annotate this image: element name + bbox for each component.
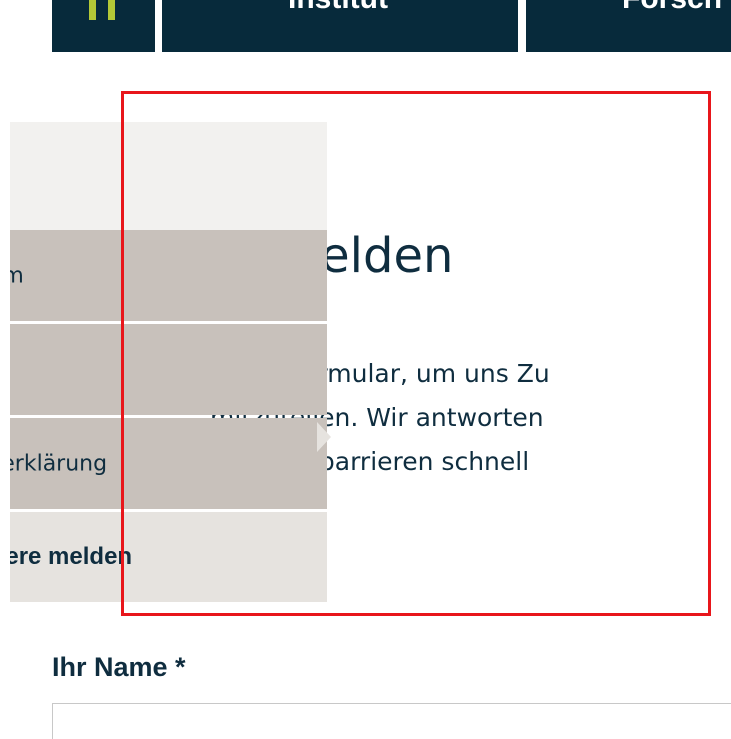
sidebar-item-impressum[interactable]: essum xyxy=(10,230,327,321)
sidebar-item-barriere-melden[interactable]: rriere melden xyxy=(10,512,327,602)
home-icon xyxy=(89,0,115,20)
nav-item-institut[interactable]: Institut xyxy=(162,0,518,52)
top-navigation: Institut Forsch xyxy=(0,0,731,52)
sidebar-item-datenschutz[interactable]: nschutz xyxy=(10,324,327,415)
sidebar-item-label: erefreiheitserklärung xyxy=(10,451,108,476)
sidebar-header xyxy=(10,122,327,230)
name-input[interactable] xyxy=(52,703,731,739)
sidebar-navigation: essum nschutz erefreiheitserklärung rrie… xyxy=(10,122,327,602)
nav-item-label: Forsch xyxy=(622,0,722,14)
nav-home-tile[interactable] xyxy=(52,0,155,52)
nav-item-forschung[interactable]: Forsch xyxy=(526,0,731,52)
sidebar-item-label: rriere melden xyxy=(10,543,133,570)
name-field-label: Ihr Name * xyxy=(52,652,186,682)
active-indicator-arrow xyxy=(317,422,331,452)
page: Institut Forsch rrieren melden lieses Fo… xyxy=(0,0,731,739)
sidebar-item-label: essum xyxy=(10,263,24,288)
nav-item-label: Institut xyxy=(288,0,388,14)
sidebar-item-barrierefreiheitserklaerung[interactable]: erefreiheitserklärung xyxy=(10,418,327,509)
